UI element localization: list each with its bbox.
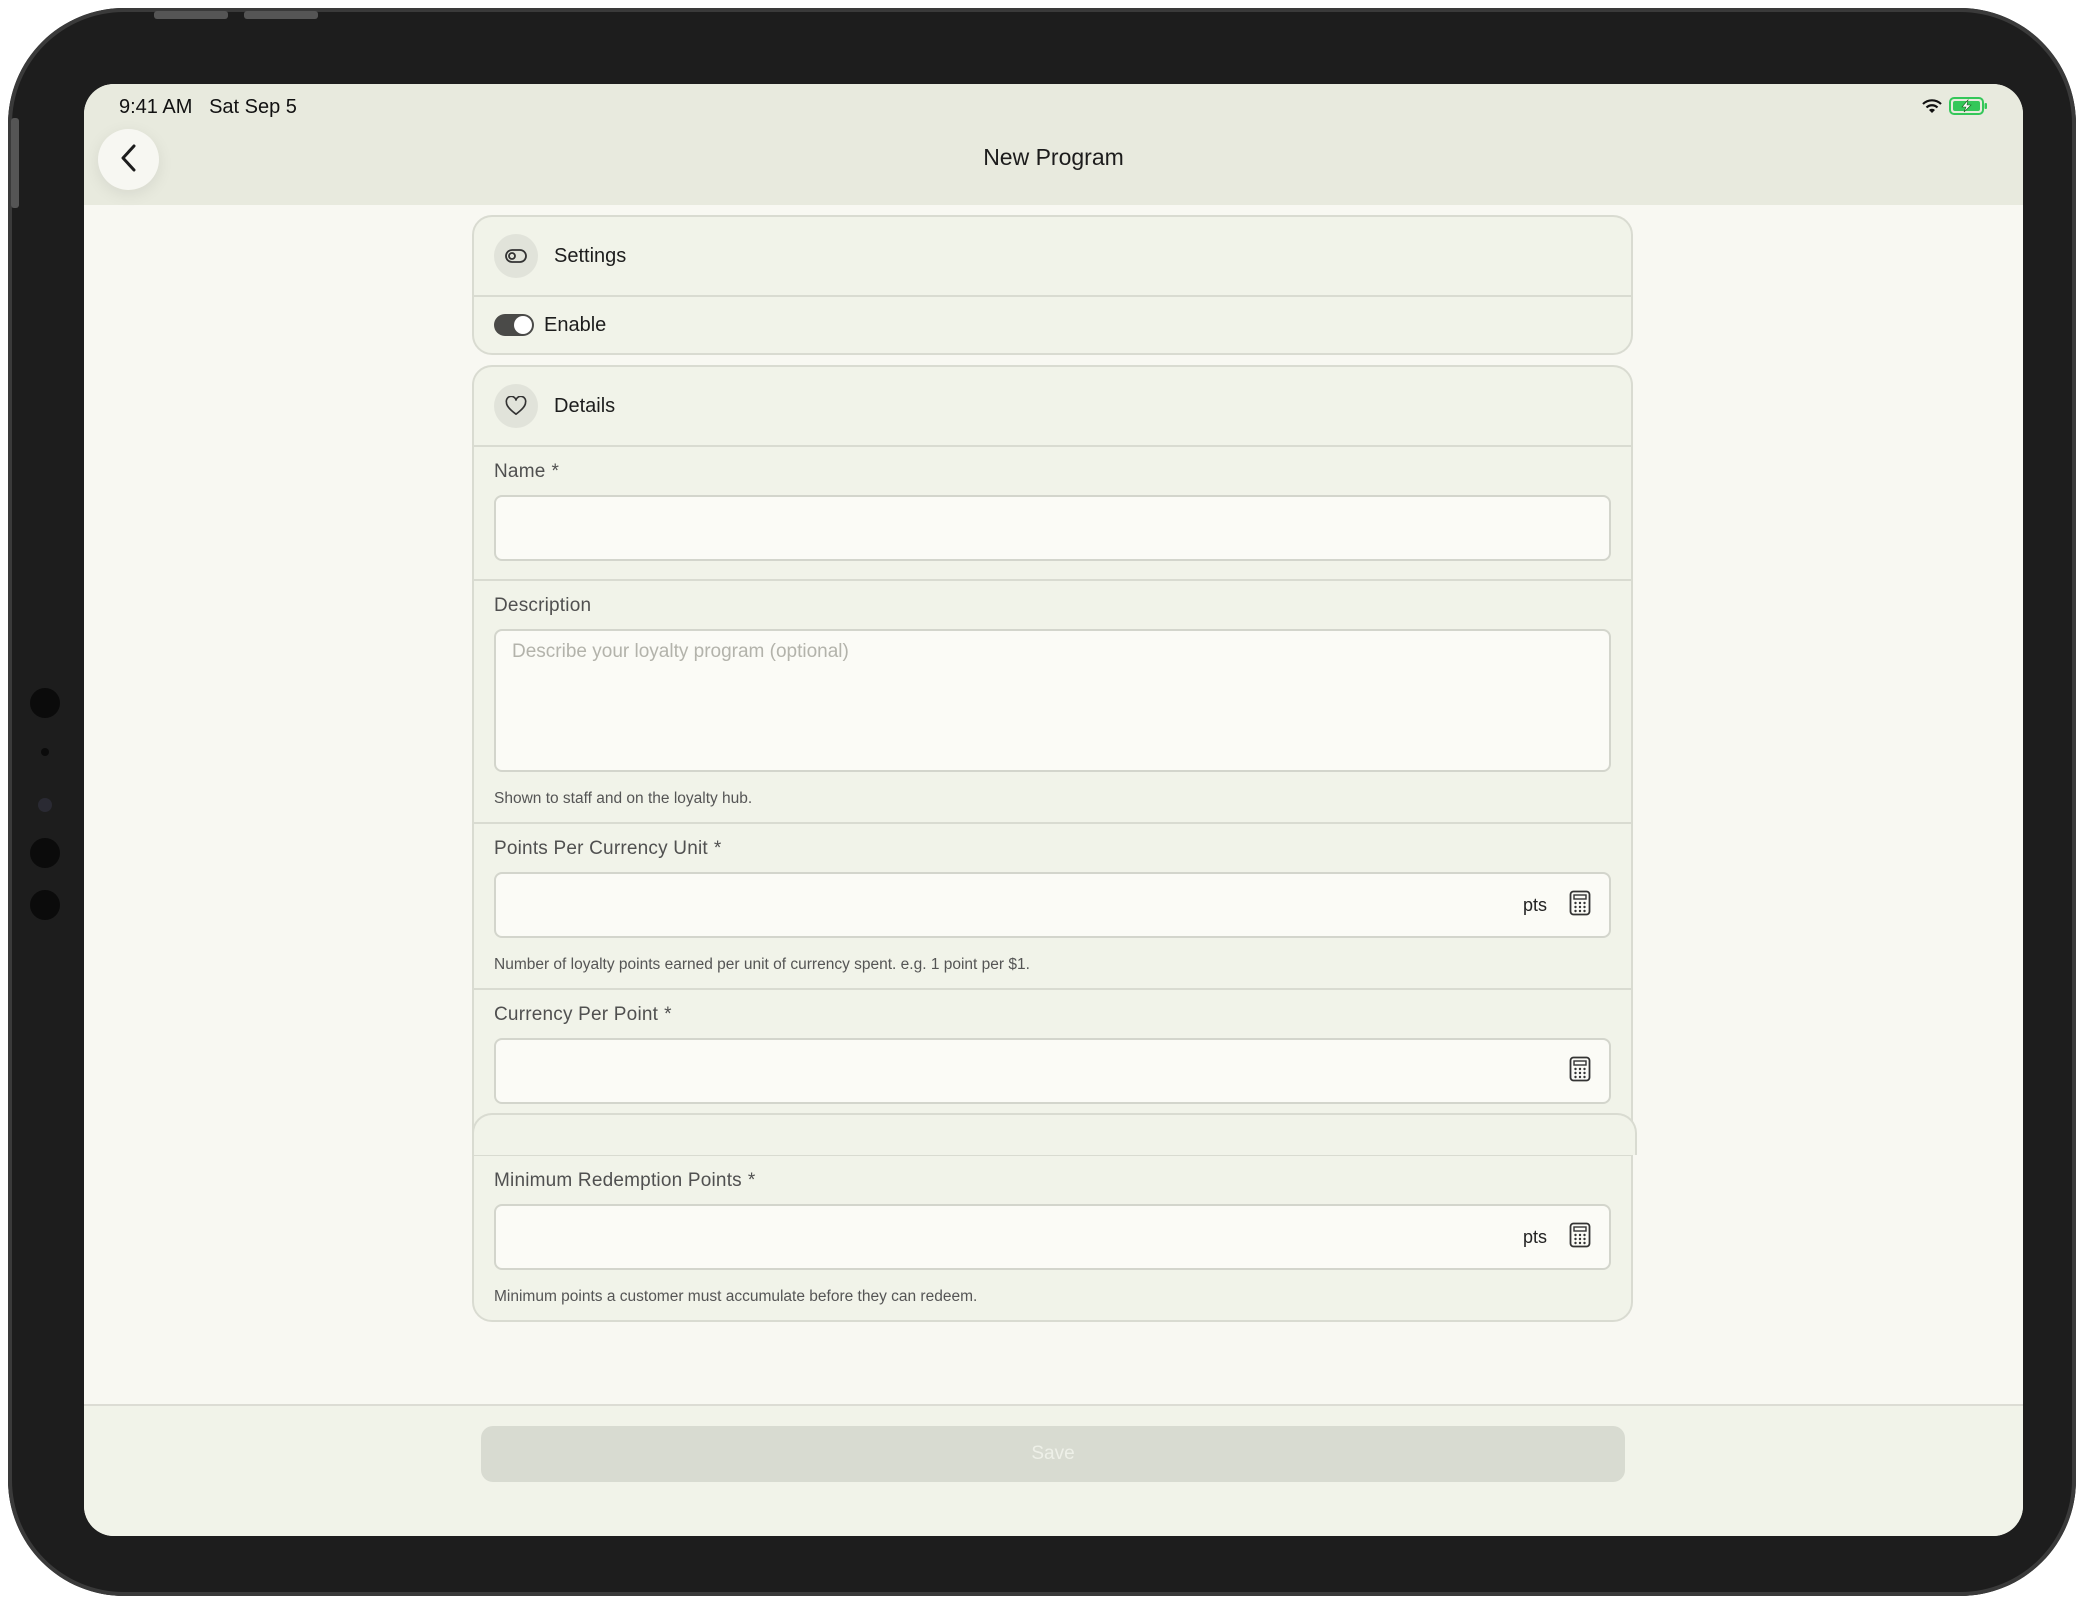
- toggle-knob: [514, 316, 532, 334]
- wifi-icon: [1921, 98, 1943, 118]
- name-label-text: Name: [494, 461, 546, 482]
- name-field-group: Name *: [474, 447, 1631, 581]
- points-per-currency-label-text: Points Per Currency Unit: [494, 838, 708, 859]
- volume-button: [154, 11, 228, 19]
- description-input[interactable]: Describe your loyalty program (optional): [494, 629, 1611, 772]
- enable-row: Enable: [474, 297, 1631, 353]
- heart-icon: [494, 384, 538, 428]
- settings-title: Settings: [554, 244, 627, 267]
- save-button[interactable]: Save: [481, 1426, 1625, 1482]
- min-redemption-help: Minimum points a customer must accumulat…: [494, 1288, 978, 1305]
- description-field-group: Description Describe your loyalty progra…: [474, 581, 1631, 824]
- camera-lens: [38, 798, 52, 812]
- required-marker: *: [747, 1170, 756, 1191]
- settings-header: Settings: [474, 217, 1631, 297]
- required-marker: *: [551, 461, 560, 482]
- points-per-currency-group: Points Per Currency Unit * pts Number of…: [474, 824, 1631, 990]
- name-label: Name *: [494, 461, 1611, 483]
- currency-per-point-label-text: Currency Per Point: [494, 1004, 659, 1025]
- camera-sensor: [30, 890, 60, 920]
- power-button: [11, 118, 19, 208]
- points-per-currency-label: Points Per Currency Unit *: [494, 838, 1611, 860]
- camera-sensor: [30, 838, 60, 868]
- calculator-icon[interactable]: [1569, 1222, 1591, 1252]
- points-per-currency-help: Number of loyalty points earned per unit…: [494, 956, 1030, 973]
- status-clock: 9:41 AM: [119, 96, 193, 118]
- points-per-currency-input[interactable]: pts: [494, 872, 1611, 938]
- navigation-bar: 9:41 AM Sat Sep 5 New Program: [84, 84, 2023, 205]
- screen: 9:41 AM Sat Sep 5 New Program Settings E…: [84, 84, 2023, 1536]
- status-icons: [1921, 97, 1989, 119]
- form-content[interactable]: Settings Enable Details Name * Descripti…: [472, 215, 1633, 1332]
- name-input[interactable]: [494, 495, 1611, 561]
- device-frame: 9:41 AM Sat Sep 5 New Program Settings E…: [8, 8, 2076, 1596]
- calculator-icon[interactable]: [1569, 1056, 1591, 1086]
- description-label: Description: [494, 595, 592, 616]
- camera-sensor: [30, 688, 60, 718]
- status-time: 9:41 AM Sat Sep 5: [119, 96, 297, 119]
- details-header: Details: [474, 367, 1631, 447]
- required-marker: *: [713, 838, 722, 859]
- details-card: Details Name * Description Describe your …: [472, 365, 1633, 1322]
- details-title: Details: [554, 394, 616, 417]
- currency-per-point-label: Currency Per Point *: [494, 1004, 1611, 1026]
- enable-toggle[interactable]: [494, 314, 534, 336]
- bottom-bar: Save: [84, 1404, 2023, 1536]
- enable-label: Enable: [544, 313, 607, 336]
- min-redemption-input[interactable]: pts: [494, 1204, 1611, 1270]
- min-redemption-label-text: Minimum Redemption Points: [494, 1170, 742, 1191]
- status-date: Sat Sep 5: [209, 96, 297, 118]
- battery-icon: [1949, 97, 1989, 119]
- description-help: Shown to staff and on the loyalty hub.: [494, 790, 753, 807]
- next-card-peek: [472, 1113, 1637, 1155]
- pts-suffix: pts: [1522, 894, 1547, 915]
- calculator-icon[interactable]: [1569, 890, 1591, 920]
- settings-card: Settings Enable: [472, 215, 1633, 355]
- camera-sensor: [41, 748, 49, 756]
- currency-per-point-input[interactable]: [494, 1038, 1611, 1104]
- min-redemption-label: Minimum Redemption Points *: [494, 1170, 1611, 1192]
- volume-button: [244, 11, 318, 19]
- page-title: New Program: [983, 144, 1124, 170]
- pts-suffix: pts: [1522, 1226, 1547, 1247]
- toggle-icon: [494, 234, 538, 278]
- min-redemption-group: Minimum Redemption Points* pts Minimum: [474, 1156, 1631, 1320]
- required-marker: *: [664, 1004, 672, 1025]
